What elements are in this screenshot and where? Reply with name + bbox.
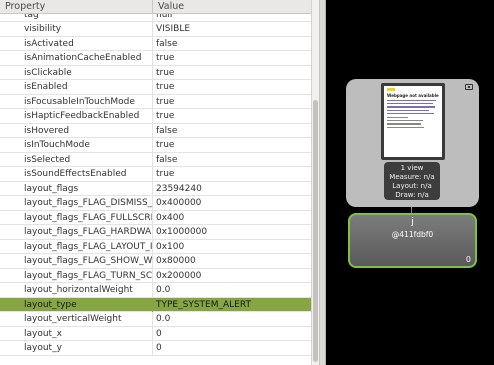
layout-time: Layout: n/a (392, 182, 432, 190)
node-class-name: j (411, 217, 414, 227)
property-name: isClickable (0, 65, 153, 80)
property-value: 0 (156, 328, 162, 339)
node-index: 0 (465, 255, 471, 264)
property-name: layout_flags_FLAG_HARDWARE_ACCELERATED (0, 225, 153, 239)
property-value: 0x80000 (156, 256, 196, 266)
property-name: layout_horizontalWeight (0, 283, 153, 297)
table-row[interactable]: isInTouchMode true (0, 138, 311, 153)
property-value: 0.0 (156, 314, 171, 324)
property-value: TYPE_SYSTEM_ALERT (156, 299, 251, 310)
table-row[interactable]: isHapticFeedbackEnabled true (0, 109, 311, 124)
table-row[interactable]: layout_flags_FLAG_HARDWARE_ACCELERATED0x… (0, 225, 311, 240)
thumbnail-page: Webpage not available (384, 86, 442, 157)
property-value: 23594240 (156, 183, 202, 194)
property-name: layout_flags_FLAG_FULLSCREEN (0, 210, 153, 225)
view-count: 1 view (400, 164, 424, 172)
property-value: 0x400000 (156, 198, 202, 208)
property-name: layout_type (0, 297, 153, 312)
split-pane-divider[interactable] (319, 0, 326, 365)
table-row[interactable]: layout_x 0 (0, 326, 311, 341)
properties-table: scrollbarStyleOUTSIDE_OVERLAYtagnullvisi… (0, 0, 311, 365)
property-value: true (156, 82, 175, 92)
table-row[interactable]: isSelected false (0, 152, 311, 167)
table-row[interactable]: layout_flags_FLAG_FULLSCREEN0x400 (0, 210, 311, 225)
property-value: true (156, 53, 175, 63)
property-value: 0x100 (156, 241, 185, 252)
property-value: true (156, 96, 175, 107)
column-header-value[interactable]: Value (153, 0, 311, 14)
properties-scrollbar[interactable] (311, 0, 319, 365)
table-row[interactable]: layout_flags_FLAG_TURN_SCREEN_ON0x200000 (0, 268, 311, 283)
table-row[interactable]: layout_flags_FLAG_SHOW_WHEN_LOCKED0x8000… (0, 254, 311, 269)
property-value: 0.0 (156, 285, 171, 295)
table-row[interactable]: isSoundEffectsEnabled true (0, 167, 311, 182)
property-name: isEnabled (0, 80, 153, 94)
table-row[interactable]: isEnabled true (0, 80, 311, 95)
view-tree-canvas[interactable]: Webpage not available 1 view Measure: n/… (326, 0, 494, 365)
property-value: 0x200000 (156, 270, 202, 281)
property-name: layout_flags_FLAG_SHOW_WHEN_LOCKED (0, 254, 153, 268)
property-name: isFocusableInTouchMode (0, 94, 153, 109)
property-name: layout_flags_FLAG_LAYOUT_IN_SCREEN (0, 239, 153, 254)
table-row[interactable]: isFocusableInTouchMode true (0, 94, 311, 109)
property-name: layout_flags_FLAG_DISMISS_KEYGUARD (0, 196, 153, 210)
table-row[interactable]: layout_horizontalWeight 0.0 (0, 283, 311, 298)
column-header-property[interactable]: Property (0, 0, 153, 14)
table-row[interactable]: layout_flags_FLAG_DISMISS_KEYGUARD0x4000… (0, 196, 311, 211)
property-name: isSoundEffectsEnabled (0, 167, 153, 181)
property-value: 0 (156, 343, 162, 353)
warning-icon (387, 88, 395, 91)
property-name: layout_flags_FLAG_TURN_SCREEN_ON (0, 268, 153, 283)
table-row[interactable]: layout_y 0 (0, 341, 311, 356)
expand-icon[interactable] (465, 84, 473, 90)
property-value: 0x1000000 (156, 227, 208, 237)
property-name: layout_verticalWeight (0, 312, 153, 326)
table-row[interactable]: layout_verticalWeight 0.0 (0, 312, 311, 327)
view-node-selected[interactable]: j @411fdbf0 0 (348, 213, 477, 268)
table-row[interactable]: layout_flags_FLAG_LAYOUT_IN_SCREEN0x100 (0, 239, 311, 254)
property-value: false (156, 38, 178, 49)
properties-header: Property Value (0, 0, 311, 14)
table-row-selected[interactable]: layout_type TYPE_SYSTEM_ALERT (0, 297, 311, 312)
scrollbar-thumb[interactable] (313, 100, 318, 362)
table-row[interactable]: isHovered false (0, 123, 311, 138)
table-row[interactable]: isClickable true (0, 65, 311, 80)
property-name: layout_y (0, 341, 153, 355)
property-name: isHovered (0, 123, 153, 138)
table-row[interactable]: isAnimationCacheEnabled true (0, 51, 311, 66)
property-name: isInTouchMode (0, 138, 153, 152)
property-name: isSelected (0, 152, 153, 167)
properties-rows: scrollbarStyleOUTSIDE_OVERLAYtagnullvisi… (0, 0, 311, 356)
table-row[interactable]: isActivated false (0, 36, 311, 51)
property-name: layout_flags (0, 181, 153, 196)
property-name: isActivated (0, 36, 153, 51)
property-value: 0x400 (156, 212, 185, 223)
view-node-parent[interactable]: Webpage not available 1 view Measure: n/… (346, 79, 479, 207)
property-name: isHapticFeedbackEnabled (0, 109, 153, 123)
property-value: false (156, 154, 178, 165)
thumbnail-title: Webpage not available (387, 93, 439, 98)
property-value: true (156, 67, 175, 78)
property-value: true (156, 169, 175, 179)
view-info-box: 1 view Measure: n/a Layout: n/a Draw: n/… (384, 162, 440, 200)
table-row[interactable]: layout_flags 23594240 (0, 181, 311, 196)
property-name: visibility (0, 22, 153, 36)
property-value: false (156, 125, 178, 136)
property-value: true (156, 140, 175, 150)
view-thumbnail: Webpage not available (381, 83, 445, 160)
measure-time: Measure: n/a (389, 173, 435, 181)
table-row[interactable]: visibility VISIBLE (0, 22, 311, 37)
property-name: layout_x (0, 326, 153, 341)
draw-time: Draw: n/a (395, 191, 429, 199)
node-hash: @411fdbf0 (391, 230, 434, 239)
property-value: true (156, 111, 175, 121)
property-value: VISIBLE (156, 24, 191, 34)
property-name: isAnimationCacheEnabled (0, 51, 153, 65)
